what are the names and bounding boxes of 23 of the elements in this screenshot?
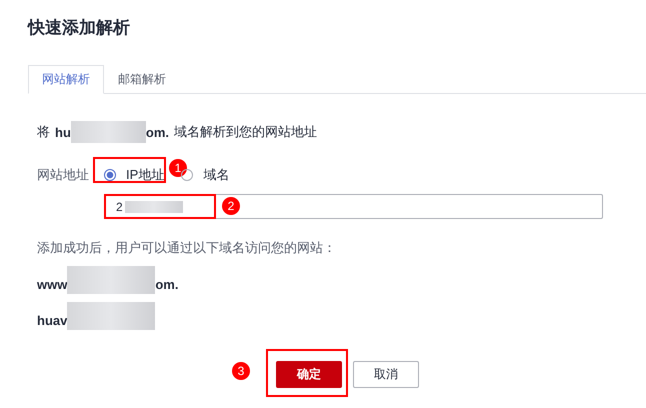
domain-text: om. <box>155 276 178 294</box>
radio-label[interactable]: 域名 <box>203 166 230 184</box>
info-text: 添加成功后，用户可以通过以下域名访问您的网站： <box>37 239 337 257</box>
domain-text: hu <box>55 124 71 140</box>
intro-text: 将 <box>37 123 50 141</box>
step-number-badge: 1 <box>169 159 187 177</box>
step-number-badge: 3 <box>232 362 250 380</box>
field-value: 2 <box>116 200 123 214</box>
tab[interactable]: 邮箱解析 <box>104 65 180 94</box>
radio-button[interactable] <box>181 169 194 181</box>
domain-text: www <box>37 276 68 294</box>
intro-text: 域名解析到您的网站地址 <box>174 123 318 141</box>
domain-text: huav <box>37 312 68 330</box>
page-title: 快速添加解析 <box>28 17 131 39</box>
domain-text: om. <box>146 124 170 140</box>
redaction-blur <box>124 200 183 212</box>
step-number-badge: 2 <box>222 197 240 215</box>
tab[interactable]: 网站解析 <box>28 65 104 94</box>
radio-label[interactable]: IP地址 <box>126 166 164 184</box>
field-label: 网站地址 <box>37 166 90 184</box>
radio-button[interactable] <box>104 169 116 181</box>
cancel-button[interactable]: 取消 <box>353 361 419 388</box>
confirm-button[interactable]: 确定 <box>276 361 342 388</box>
